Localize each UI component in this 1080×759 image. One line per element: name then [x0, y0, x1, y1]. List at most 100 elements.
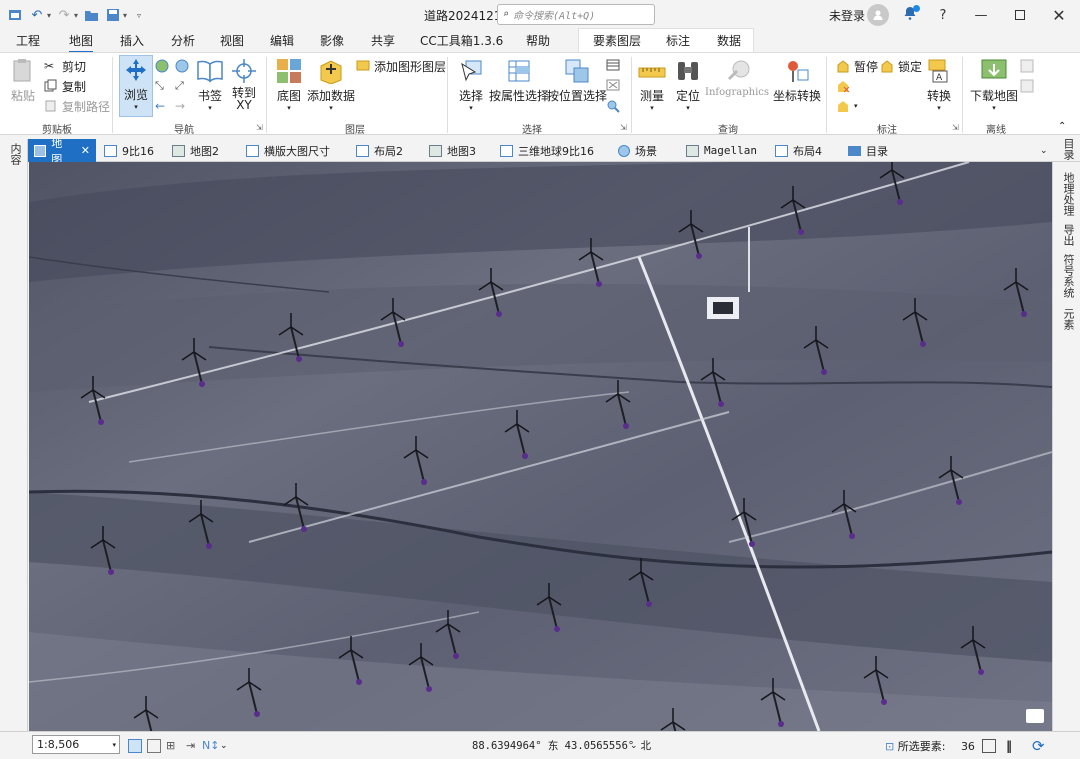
save-icon[interactable]: [104, 6, 122, 24]
symbology-pane-tab[interactable]: 符号系统: [1060, 254, 1076, 298]
tab-layout2[interactable]: 布局2: [350, 139, 409, 162]
map-view[interactable]: [29, 162, 1052, 731]
tab-overflow-button[interactable]: ⌄: [1034, 139, 1054, 162]
element-pane-tab[interactable]: 元素: [1060, 308, 1076, 330]
tab-edit[interactable]: 编辑: [270, 32, 294, 52]
tab-help[interactable]: 帮助: [526, 32, 550, 52]
convert-labels-button[interactable]: A 转换 ▾: [924, 57, 954, 112]
zoom-out-fixed-button[interactable]: ⤢: [175, 77, 189, 95]
tab-project[interactable]: 工程: [16, 32, 40, 52]
coordinate-format-dropdown[interactable]: ⌄: [630, 737, 638, 755]
measure-button[interactable]: 测量 ▾: [637, 57, 667, 112]
tab-cc-toolbox[interactable]: CC工具箱1.3.6: [420, 32, 503, 52]
fixed-zoom-button[interactable]: [175, 57, 189, 75]
dialog-launcher-icon[interactable]: ⇲: [620, 123, 627, 132]
refresh-display-button[interactable]: [982, 737, 996, 755]
minimize-icon: —: [974, 7, 988, 23]
tab-layout4[interactable]: 布局4: [769, 139, 828, 162]
select-by-location-button[interactable]: 按位置选择: [547, 57, 607, 104]
user-status[interactable]: 未登录: [829, 7, 865, 24]
selected-features[interactable]: ⊡ 所选要素: 36: [885, 738, 975, 754]
dialog-launcher-icon[interactable]: ⇲: [256, 123, 263, 132]
attributes-button[interactable]: [606, 57, 620, 75]
locate-button[interactable]: 定位 ▾: [673, 57, 703, 112]
project-icon[interactable]: [6, 6, 24, 24]
redo-icon[interactable]: ↷: [55, 6, 73, 24]
tab-layout-9x16[interactable]: 9比16: [98, 139, 160, 162]
label-options-button[interactable]: ▾: [836, 97, 858, 115]
explore-button[interactable]: 浏览 ▾: [119, 55, 153, 117]
zoom-to-selection-button[interactable]: [606, 97, 620, 115]
remove-offline-button[interactable]: [1020, 77, 1034, 95]
notification-bell-icon[interactable]: [902, 5, 920, 23]
command-search-input[interactable]: ⌕ 命令搜索(Alt+Q): [497, 4, 655, 25]
basemap-button[interactable]: 底图 ▾: [274, 57, 304, 112]
contents-pane-tab[interactable]: 内容: [7, 143, 23, 165]
next-extent-button[interactable]: →: [175, 97, 189, 115]
open-folder-icon[interactable]: [82, 6, 100, 24]
customize-toolbar-icon[interactable]: ▿: [137, 11, 141, 20]
bookmarks-button[interactable]: 书签 ▾: [195, 57, 225, 112]
collapse-ribbon-button[interactable]: ⌃: [1058, 117, 1066, 135]
goto-xy-button[interactable]: 转到 XY: [229, 57, 259, 111]
sync-button[interactable]: [1020, 57, 1034, 75]
cut-button[interactable]: ✂ 剪切: [44, 57, 86, 75]
tab-feature-layer[interactable]: 要素图层: [593, 32, 641, 52]
tab-map-view[interactable]: 地图 ✕: [28, 137, 96, 166]
dialog-launcher-icon[interactable]: ⇲: [952, 123, 959, 132]
download-map-button[interactable]: 下载地图 ▾: [970, 57, 1018, 112]
tab-labeling[interactable]: 标注: [666, 32, 690, 52]
view-unplaced-button[interactable]: [836, 77, 850, 95]
select-by-attribute-button[interactable]: 按属性选择: [489, 57, 549, 104]
export-pane-tab[interactable]: 导出: [1060, 224, 1076, 246]
infographics-button[interactable]: Infographics: [705, 57, 769, 98]
status-options-button[interactable]: ⌄: [220, 737, 228, 755]
copy-path-button[interactable]: 复制路径: [44, 97, 110, 115]
north-arrow-button[interactable]: N↕: [202, 737, 219, 755]
select-button[interactable]: 选择 ▾: [456, 57, 486, 112]
geoprocessing-pane-tab[interactable]: 地理处理: [1060, 172, 1076, 216]
lock-labels-button[interactable]: 锁定: [880, 57, 922, 75]
close-button[interactable]: ✕: [1036, 0, 1080, 30]
tab-map[interactable]: 地图: [69, 32, 94, 53]
close-tab-icon[interactable]: ✕: [81, 144, 90, 157]
tab-landscape-size[interactable]: 横版大图尺寸: [240, 139, 336, 162]
clear-selection-button[interactable]: [606, 77, 620, 95]
tab-3d-globe[interactable]: 三维地球9比16: [494, 139, 600, 162]
chevron-down-icon[interactable]: ▾: [47, 11, 51, 20]
grid-button[interactable]: [147, 737, 161, 755]
chevron-down-icon: ▾: [686, 104, 690, 112]
snapping-button[interactable]: ⊞: [166, 737, 180, 755]
pause-drawing-button[interactable]: ‖: [1006, 737, 1012, 755]
map-units-button[interactable]: [128, 737, 142, 755]
avatar[interactable]: [867, 4, 889, 26]
tab-map2[interactable]: 地图2: [166, 139, 225, 162]
coordinate-conversion-button[interactable]: 坐标转换: [773, 57, 821, 104]
catalog-pane-tab[interactable]: 目录: [1060, 138, 1076, 160]
scale-dropdown[interactable]: 1:8,506 ▾: [32, 735, 120, 754]
tab-share[interactable]: 共享: [371, 32, 395, 52]
paste-button[interactable]: 粘贴: [8, 57, 38, 104]
pause-labels-button[interactable]: 暂停: [836, 57, 878, 75]
full-extent-button[interactable]: [155, 57, 169, 75]
add-data-button[interactable]: 添加数据 ▾: [307, 57, 355, 112]
zoom-in-fixed-button[interactable]: ⤡: [155, 77, 169, 95]
undo-icon[interactable]: ↶: [28, 6, 46, 24]
tab-analysis[interactable]: 分析: [171, 32, 195, 52]
refresh-button[interactable]: ⟳: [1032, 737, 1045, 755]
add-graphics-layer-button[interactable]: 添加图形图层: [356, 57, 446, 75]
tab-map3[interactable]: 地图3: [423, 139, 482, 162]
map-catalog-icon[interactable]: [1026, 709, 1044, 723]
tab-imagery[interactable]: 影像: [320, 32, 344, 52]
tab-magellan[interactable]: Magellan: [680, 139, 763, 162]
tab-catalog[interactable]: 目录: [842, 139, 894, 162]
chevron-down-icon[interactable]: ▾: [74, 11, 78, 20]
copy-button[interactable]: 复制: [44, 77, 86, 95]
tab-scene[interactable]: 场景: [612, 139, 663, 162]
rotation-button[interactable]: ⇥: [186, 737, 200, 755]
tab-data[interactable]: 数据: [717, 32, 741, 52]
previous-extent-button[interactable]: ←: [155, 97, 169, 115]
chevron-down-icon[interactable]: ▾: [123, 11, 127, 20]
tab-insert[interactable]: 插入: [120, 32, 144, 52]
tab-view[interactable]: 视图: [220, 32, 244, 52]
